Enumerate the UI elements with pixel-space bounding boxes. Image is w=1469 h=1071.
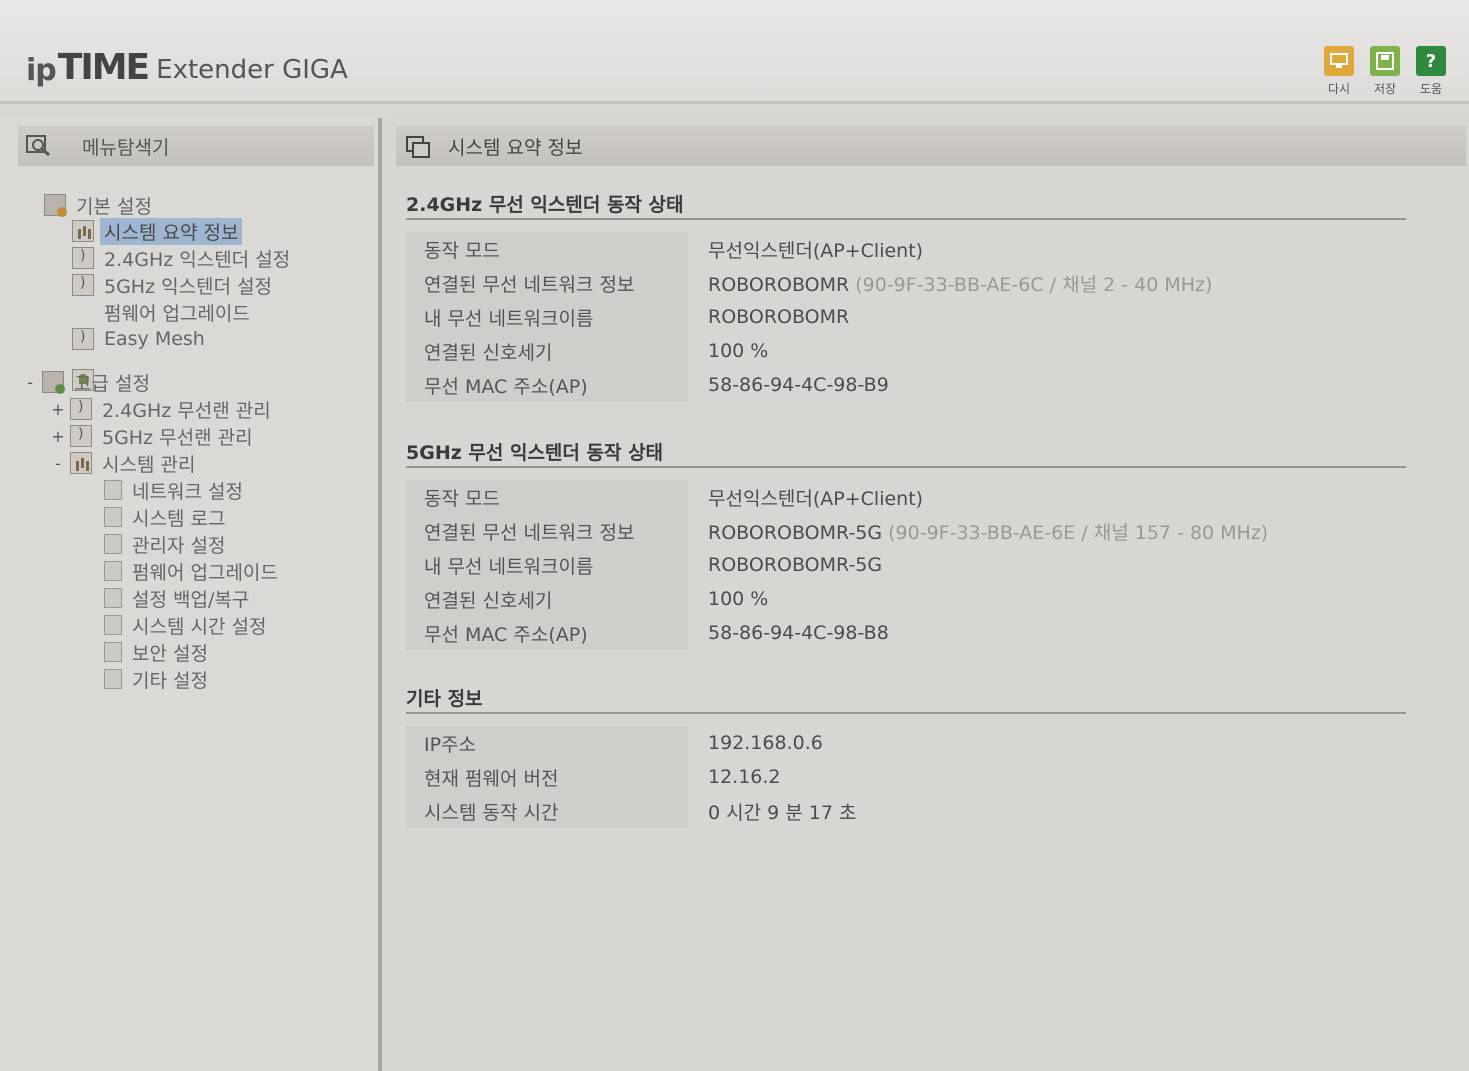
table-row: 내 무선 네트워크이름 ROBOROBOMR — [406, 300, 1406, 334]
chart-icon — [72, 220, 94, 242]
page-icon — [104, 615, 122, 635]
table-row: 시스템 동작 시간 0 시간 9 분 17 초 — [406, 794, 1406, 828]
save-button[interactable]: 저장 — [1369, 46, 1401, 97]
chart-icon — [70, 452, 92, 474]
tree-item-system-management[interactable]: - 시스템 관리 — [50, 450, 199, 476]
section-title: 기타 정보 — [406, 684, 1406, 714]
menu-explorer-header: 메뉴탐색기 — [18, 126, 374, 166]
tree-item-24ghz-extender[interactable]: 2.4GHz 익스텐더 설정 — [72, 245, 294, 271]
table-row: 무선 MAC 주소(AP) 58-86-94-4C-98-B8 — [406, 616, 1406, 650]
table-row: 연결된 신호세기 100 % — [406, 334, 1406, 368]
collapse-toggle[interactable]: - — [50, 454, 66, 473]
tree-item-24ghz-wlan[interactable]: + 2.4GHz 무선랜 관리 — [50, 396, 275, 422]
help-icon: ? — [1416, 46, 1446, 76]
help-button[interactable]: ? 도움 — [1415, 46, 1447, 97]
iptime-logo: ip TIME Extender GIGA — [26, 44, 348, 88]
help-label: 도움 — [1419, 82, 1443, 96]
logo-time: TIME — [57, 47, 150, 88]
section-5ghz-status: 5GHz 무선 익스텐더 동작 상태 동작 모드 무선익스텐더(AP+Client… — [406, 438, 1406, 650]
tree-item-firmware-upgrade-adv[interactable]: 펌웨어 업그레이드 — [104, 558, 282, 584]
menu-explorer-title: 메뉴탐색기 — [82, 136, 170, 159]
tree-group-advanced[interactable]: - 고급 설정 — [22, 369, 154, 395]
tree-item-system-time[interactable]: 시스템 시간 설정 — [104, 612, 270, 638]
tree-item-easy-mesh[interactable]: Easy Mesh — [72, 326, 209, 352]
folder-icon — [44, 194, 67, 217]
page-icon — [104, 642, 122, 662]
refresh-label: 다시 — [1327, 82, 1351, 96]
section-title: 2.4GHz 무선 익스텐더 동작 상태 — [406, 190, 1406, 220]
refresh-button[interactable]: 다시 — [1323, 46, 1355, 97]
tree-item-5ghz-extender[interactable]: 5GHz 익스텐더 설정 — [72, 272, 276, 298]
collapse-toggle[interactable]: - — [22, 373, 38, 392]
header: ip TIME Extender GIGA 다시 저장 ? 도움 — [0, 0, 1469, 104]
table-row: 동작 모드 무선익스텐더(AP+Client) — [406, 480, 1406, 514]
product-name: Extender GIGA — [156, 55, 348, 85]
table-row: 현재 펌웨어 버전 12.16.2 — [406, 760, 1406, 794]
info-table: IP주소 192.168.0.6 현재 펌웨어 버전 12.16.2 시스템 동작 … — [406, 726, 1406, 828]
monitor-icon — [1324, 46, 1354, 76]
tree-item-admin-settings[interactable]: 관리자 설정 — [104, 531, 229, 557]
tree-item-security-settings[interactable]: 보안 설정 — [104, 639, 212, 665]
table-row: 연결된 신호세기 100 % — [406, 582, 1406, 616]
table-row: 무선 MAC 주소(AP) 58-86-94-4C-98-B9 — [406, 368, 1406, 402]
page-icon — [104, 507, 122, 527]
info-table: 동작 모드 무선익스텐더(AP+Client) 연결된 무선 네트워크 정보 ROB… — [406, 480, 1406, 650]
main-panel: 시스템 요약 정보 2.4GHz 무선 익스텐더 동작 상태 동작 모드 무선익스… — [386, 118, 1469, 1071]
tree-item-system-log[interactable]: 시스템 로그 — [104, 504, 229, 530]
page-icon — [104, 480, 122, 500]
wifi-icon — [72, 247, 94, 269]
tree-item-network-settings[interactable]: 네트워크 설정 — [104, 477, 247, 503]
wifi-icon — [72, 274, 94, 296]
menu-explorer: 메뉴탐색기 기본 설정 시스템 요약 정보 2.4GHz 익스텐더 설정 5GH… — [0, 118, 382, 1071]
tree-item-backup-restore[interactable]: 설정 백업/복구 — [104, 585, 253, 611]
tree-item-system-summary[interactable]: 시스템 요약 정보 — [72, 217, 243, 245]
tree-item-firmware-upgrade[interactable]: 펌웨어 업그레이드 — [72, 299, 254, 391]
table-row: 연결된 무선 네트워크 정보 ROBOROBOMR-5G (90-9F-33-BB-… — [406, 514, 1406, 548]
save-label: 저장 — [1373, 82, 1397, 96]
table-row: IP주소 192.168.0.6 — [406, 726, 1406, 760]
info-table: 동작 모드 무선익스텐더(AP+Client) 연결된 무선 네트워크 정보 ROB… — [406, 232, 1406, 402]
wifi-icon — [72, 328, 94, 350]
expand-toggle[interactable]: + — [50, 400, 66, 419]
folder-icon — [42, 371, 65, 394]
page-icon — [104, 561, 122, 581]
tree-group-basic[interactable]: 기본 설정 — [44, 192, 156, 218]
table-row: 내 무선 네트워크이름 ROBOROBOMR-5G — [406, 548, 1406, 582]
page-title: 시스템 요약 정보 — [448, 136, 583, 159]
section-other-info: 기타 정보 IP주소 192.168.0.6 현재 펌웨어 버전 12.16.2 시… — [406, 684, 1406, 828]
main-header: 시스템 요약 정보 — [396, 126, 1466, 166]
search-icon — [26, 135, 50, 157]
section-24ghz-status: 2.4GHz 무선 익스텐더 동작 상태 동작 모드 무선익스텐더(AP+Clie… — [406, 190, 1406, 402]
window-icon — [406, 136, 430, 158]
expand-toggle[interactable]: + — [50, 427, 66, 446]
table-row: 연결된 무선 네트워크 정보 ROBOROBOMR (90-9F-33-BB-AE-… — [406, 266, 1406, 300]
page-icon — [104, 534, 122, 554]
tree-item-5ghz-wlan[interactable]: + 5GHz 무선랜 관리 — [50, 423, 257, 449]
section-title: 5GHz 무선 익스텐더 동작 상태 — [406, 438, 1406, 468]
toolbar: 다시 저장 ? 도움 — [1323, 46, 1447, 97]
table-row: 동작 모드 무선익스텐더(AP+Client) — [406, 232, 1406, 266]
logo-ip: ip — [26, 53, 57, 88]
page-icon — [104, 669, 122, 689]
wifi-icon — [70, 398, 92, 420]
wifi-icon — [70, 425, 92, 447]
tree-item-other-settings[interactable]: 기타 설정 — [104, 666, 212, 692]
floppy-icon — [1370, 46, 1400, 76]
page-icon — [104, 588, 122, 608]
